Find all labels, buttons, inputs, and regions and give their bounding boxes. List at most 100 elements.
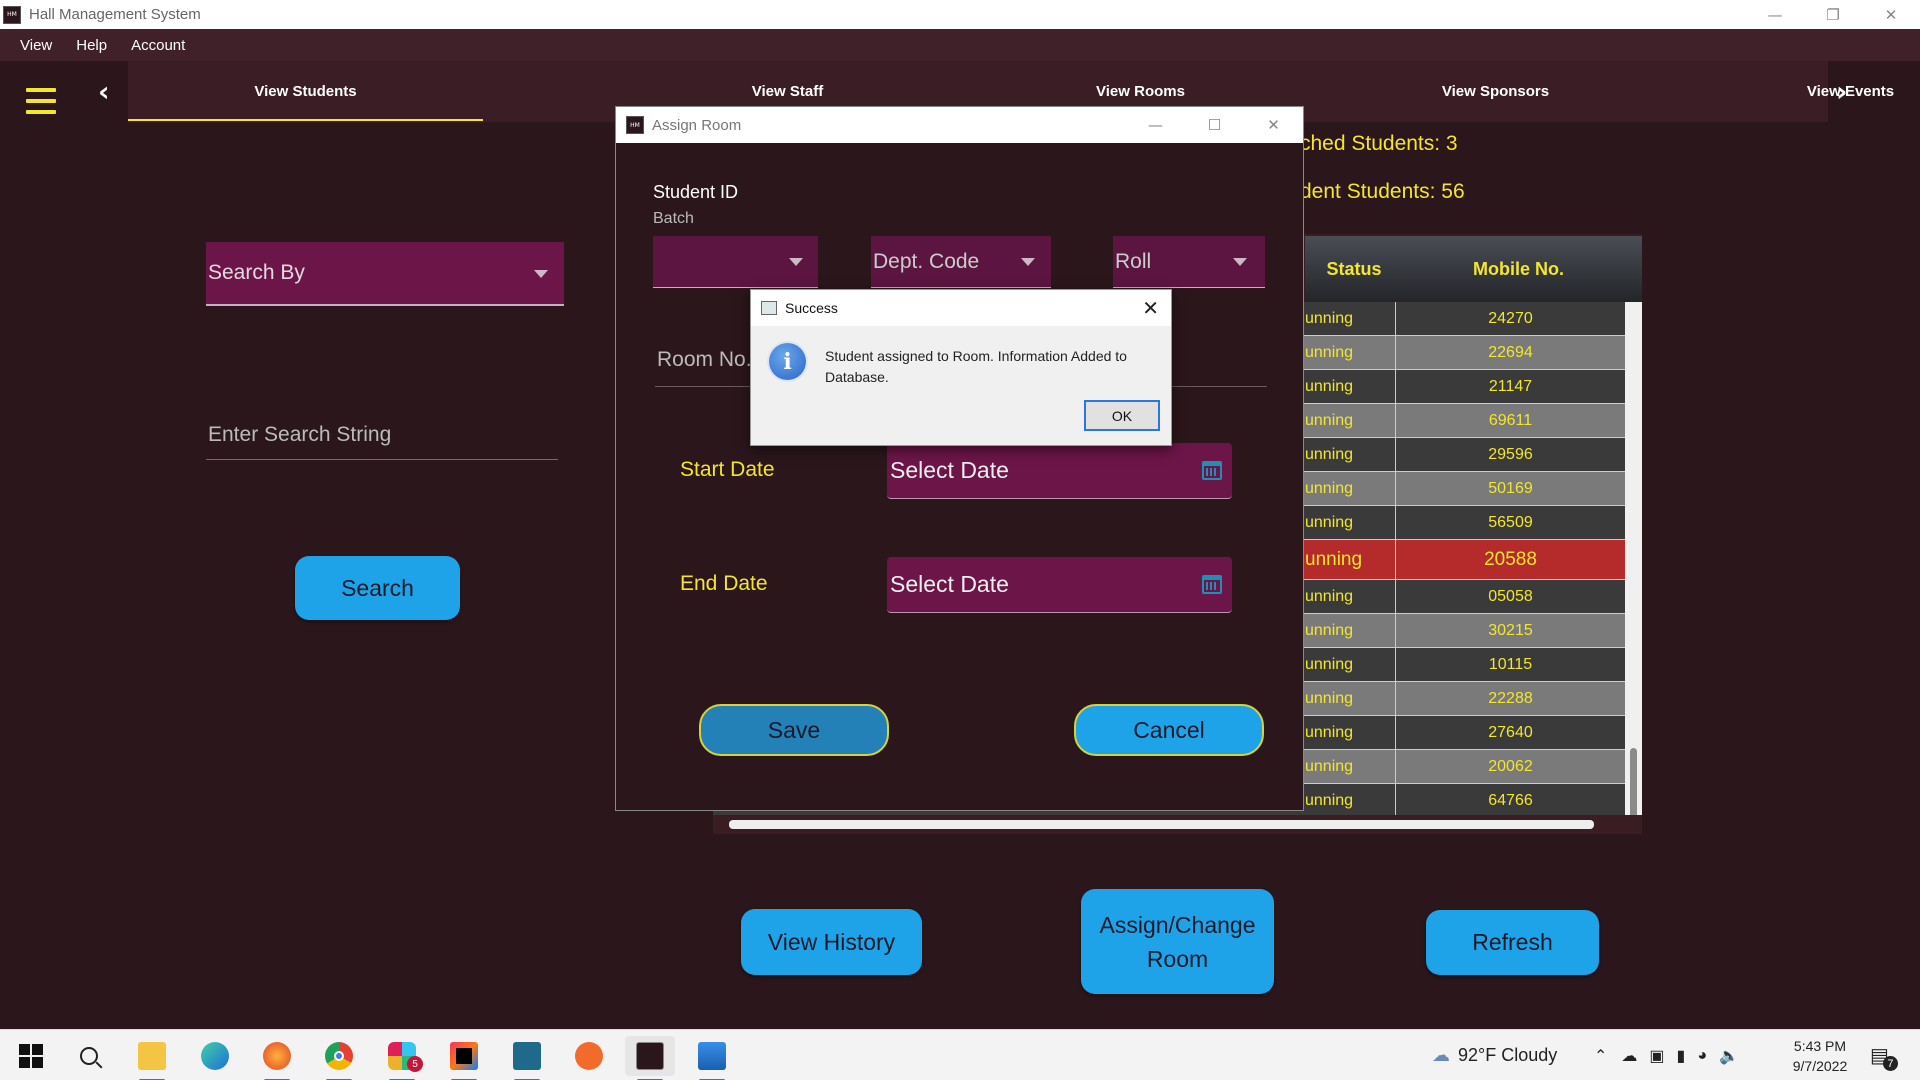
status-cell: unning xyxy=(1305,588,1354,605)
app-logo-icon: HM xyxy=(3,5,21,24)
ok-button[interactable]: OK xyxy=(1084,400,1160,431)
window-icon xyxy=(761,301,777,315)
clock-date: 9/7/2022 xyxy=(1792,1057,1848,1074)
room-no-placeholder: Room No. xyxy=(657,347,752,371)
success-title: Success xyxy=(785,300,838,316)
system-tray-icons: ⌃ ☁ ▣ ▮ ◕ 🔈 xyxy=(1594,1030,1739,1080)
save-button[interactable]: Save xyxy=(699,704,889,756)
weather-widget[interactable]: ☁ 92°F Cloudy xyxy=(1432,1030,1557,1080)
column-header-mobile[interactable]: Mobile No. xyxy=(1395,236,1642,302)
start-date-placeholder: Select Date xyxy=(890,457,1009,483)
matched-students-count: ched Students: 3 xyxy=(1300,132,1458,155)
hamburger-menu-icon[interactable] xyxy=(26,88,56,121)
success-titlebar: Success ✕ xyxy=(751,290,1171,326)
roll-dropdown[interactable]: Roll xyxy=(1113,236,1265,288)
search-input[interactable]: Enter Search String xyxy=(206,410,558,460)
tab-view-events[interactable]: View Events xyxy=(1673,83,1920,100)
firefox-icon[interactable] xyxy=(252,1036,302,1080)
window-titlebar: HM Hall Management System — ❐ ✕ xyxy=(0,0,1920,29)
menu-help[interactable]: Help xyxy=(76,37,107,54)
search-button[interactable]: Search xyxy=(295,556,460,620)
dialog-maximize-button[interactable]: ☐ xyxy=(1185,107,1244,143)
assign-change-room-button[interactable]: Assign/Change Room xyxy=(1081,889,1274,994)
start-date-picker[interactable]: Select Date xyxy=(887,443,1232,499)
sketch-tool-icon[interactable] xyxy=(564,1036,614,1076)
mobile-cell: 30215 xyxy=(1395,614,1625,648)
edge-browser-icon[interactable] xyxy=(190,1036,240,1076)
window-title: Hall Management System xyxy=(29,6,201,23)
dialog-minimize-button[interactable]: — xyxy=(1126,107,1185,143)
intellij-icon[interactable] xyxy=(439,1036,489,1080)
display-icon[interactable]: ▣ xyxy=(1649,1046,1664,1066)
chrome-icon[interactable] xyxy=(314,1036,364,1080)
vertical-scrollbar[interactable] xyxy=(1625,302,1642,828)
assign-room-dialog: HM Assign Room — ☐ ✕ Student ID Batch De… xyxy=(615,106,1304,811)
menu-view[interactable]: View xyxy=(20,37,52,54)
dialog-close-button[interactable]: ✕ xyxy=(1244,107,1303,143)
battery-icon[interactable]: ▮ xyxy=(1677,1046,1686,1066)
menu-account[interactable]: Account xyxy=(131,37,185,54)
windows-start-icon[interactable] xyxy=(6,1036,56,1076)
onedrive-cloud-icon[interactable]: ☁ xyxy=(1621,1046,1637,1066)
cancel-button[interactable]: Cancel xyxy=(1074,704,1264,756)
chevron-down-icon xyxy=(1233,258,1247,266)
status-cell: unning xyxy=(1305,690,1354,707)
roll-label: Roll xyxy=(1115,249,1152,273)
minimize-button[interactable]: — xyxy=(1746,0,1804,29)
cloudy-weather-icon: ☁ xyxy=(1432,1045,1450,1065)
mobile-cell: 69611 xyxy=(1395,404,1625,438)
status-cell: unning xyxy=(1305,344,1354,361)
mobile-cell: 10115 xyxy=(1395,648,1625,682)
taskbar: 5 ☁ 92°F Cloudy ⌃ ☁ ▣ ▮ ◕ 🔈 5:43 PM 9/7/… xyxy=(0,1029,1920,1080)
tab-next-arrow-icon[interactable]: › xyxy=(1836,75,1848,108)
status-cell: unning xyxy=(1305,549,1363,570)
tab-view-sponsors[interactable]: View Sponsors xyxy=(1318,83,1673,100)
refresh-button[interactable]: Refresh xyxy=(1426,910,1599,975)
assign-room-titlebar: HM Assign Room — ☐ ✕ xyxy=(616,107,1303,143)
tab-view-rooms[interactable]: View Rooms xyxy=(963,83,1318,100)
end-date-placeholder: Select Date xyxy=(890,571,1009,597)
mobile-cell: 56509 xyxy=(1395,506,1625,540)
restore-button[interactable]: ❐ xyxy=(1804,0,1862,29)
tab-prev-arrow-icon[interactable]: ‹ xyxy=(98,75,110,108)
hall-management-taskbar-icon[interactable] xyxy=(625,1036,675,1080)
close-button[interactable]: ✕ xyxy=(1862,0,1920,29)
search-by-dropdown[interactable]: Search By xyxy=(206,242,564,306)
chevron-down-icon xyxy=(1021,258,1035,266)
chevron-up-icon[interactable]: ⌃ xyxy=(1594,1046,1607,1066)
mobile-cell: 05058 xyxy=(1395,580,1625,614)
end-date-picker[interactable]: Select Date xyxy=(887,557,1232,613)
dept-code-dropdown[interactable]: Dept. Code xyxy=(871,236,1051,288)
chevron-down-icon xyxy=(534,270,548,278)
search-icon[interactable] xyxy=(64,1036,114,1076)
status-cell: unning xyxy=(1305,480,1354,497)
horizontal-scrollbar[interactable] xyxy=(713,815,1642,834)
search-placeholder: Enter Search String xyxy=(208,422,392,446)
calendar-icon[interactable] xyxy=(1202,461,1222,480)
mobile-cell: 21147 xyxy=(1395,370,1625,404)
notification-center-icon[interactable]: ▤ 7 xyxy=(1870,1030,1904,1080)
volume-icon[interactable]: 🔈 xyxy=(1719,1046,1739,1066)
tab-view-students[interactable]: View Students xyxy=(128,83,483,100)
scene-builder-icon[interactable] xyxy=(502,1036,552,1080)
status-cell: unning xyxy=(1305,514,1354,531)
photos-icon[interactable] xyxy=(687,1036,737,1080)
mobile-cell: 20588 xyxy=(1395,540,1625,580)
clock[interactable]: 5:43 PM 9/7/2022 xyxy=(1775,1030,1865,1080)
calendar-icon[interactable] xyxy=(1202,575,1222,594)
tab-view-staff[interactable]: View Staff xyxy=(610,83,965,100)
student-id-label: Student ID xyxy=(653,182,739,202)
batch-label: Batch xyxy=(653,210,694,227)
active-tab-indicator xyxy=(128,119,483,121)
batch-dropdown[interactable] xyxy=(653,236,818,288)
view-history-button[interactable]: View History xyxy=(741,909,922,975)
close-icon[interactable]: ✕ xyxy=(1142,296,1159,320)
wifi-icon[interactable]: ◕ xyxy=(1697,1047,1707,1065)
mobile-cell: 64766 xyxy=(1395,784,1625,818)
assign-change-room-line2: Room xyxy=(1146,945,1209,972)
file-explorer-icon[interactable] xyxy=(127,1036,177,1080)
column-header-status[interactable]: Status xyxy=(1305,236,1403,302)
notification-count: 7 xyxy=(1882,1056,1898,1071)
slack-icon[interactable]: 5 xyxy=(377,1036,427,1080)
assign-change-room-line1: Assign/Change xyxy=(1099,911,1256,938)
